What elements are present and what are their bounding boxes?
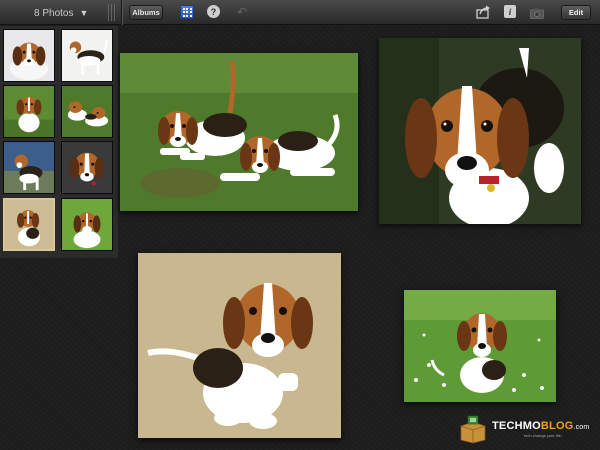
thumbnail[interactable] xyxy=(61,85,113,138)
photo-count-dropdown[interactable]: 8 Photos ▼ xyxy=(34,5,88,21)
photo-two-beagles-grass[interactable] xyxy=(120,53,358,211)
help-icon[interactable]: ? xyxy=(207,5,220,18)
edit-button[interactable]: Edit xyxy=(561,5,591,20)
photo-beagle-closeup[interactable] xyxy=(379,38,581,224)
thumbnail[interactable] xyxy=(3,29,55,82)
thumbnail[interactable] xyxy=(3,85,55,138)
watermark-logo: TECHMOBLOG.com tech change your life... xyxy=(458,414,589,444)
photo-puppy-carpet[interactable] xyxy=(138,253,341,438)
share-icon[interactable] xyxy=(476,5,491,19)
watermark-tagline: tech change your life... xyxy=(524,432,565,438)
watermark-brand: TECHMOBLOG.com xyxy=(492,419,590,432)
undo-icon[interactable]: ↶ xyxy=(235,5,249,19)
camera-icon[interactable] xyxy=(530,6,544,19)
photo-puppy-flowers[interactable] xyxy=(404,290,556,402)
toolbar-divider xyxy=(121,0,122,25)
chevron-down-icon: ▼ xyxy=(79,8,89,18)
thumbnail[interactable] xyxy=(61,141,113,194)
photo-count-label: 8 Photos xyxy=(34,7,74,19)
thumbnail[interactable] xyxy=(61,29,113,82)
thumbnail-selected[interactable] xyxy=(3,198,55,251)
albums-button[interactable]: Albums xyxy=(129,5,163,20)
info-icon[interactable]: i xyxy=(504,5,516,18)
top-toolbar: 8 Photos ▼ Albums ? ↶ i Edit xyxy=(0,0,600,25)
resize-grip[interactable] xyxy=(108,4,116,21)
thumbnail[interactable] xyxy=(3,141,55,194)
thumbnail-strip xyxy=(0,26,118,258)
thumbnail[interactable] xyxy=(61,198,113,251)
grid-view-icon[interactable] xyxy=(180,5,194,19)
box-logo-icon xyxy=(460,415,486,444)
